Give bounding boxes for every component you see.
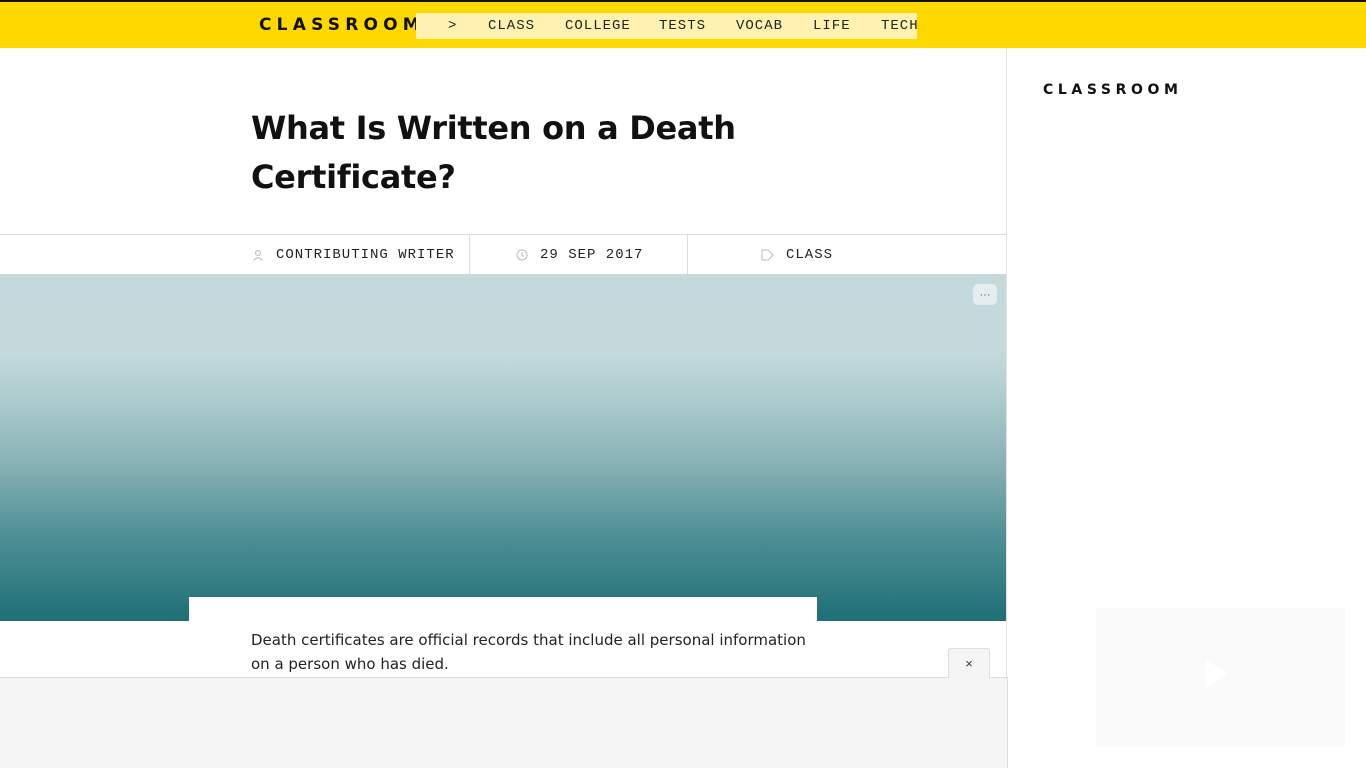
close-ad-button[interactable]: ×: [948, 648, 990, 678]
top-nav-bar: CLASSROOM > CLASS COLLEGE TESTS VOCAB LI…: [0, 0, 1366, 48]
sidebar-logo[interactable]: CLASSROOM: [1043, 82, 1182, 98]
clock-icon: [516, 249, 528, 261]
more-options-button[interactable]: ···: [973, 284, 997, 305]
play-icon[interactable]: [1206, 660, 1228, 688]
article-meta-bar: CONTRIBUTING WRITER 29 SEP 2017 CLASS: [0, 234, 1006, 275]
site-logo[interactable]: CLASSROOM: [259, 15, 425, 35]
nav-item-college[interactable]: COLLEGE: [565, 18, 631, 34]
author-name[interactable]: CONTRIBUTING WRITER: [276, 247, 455, 263]
category-link[interactable]: CLASS: [786, 247, 833, 263]
article-intro: Death certificates are official records …: [251, 631, 806, 673]
article-title: What Is Written on a Death Certificate?: [251, 109, 736, 196]
video-player[interactable]: [1096, 608, 1345, 747]
content-card: [189, 597, 817, 627]
category-nav: > CLASS COLLEGE TESTS VOCAB LIFE TECH: [416, 13, 919, 39]
category-meta: CLASS: [761, 247, 833, 263]
author-meta: CONTRIBUTING WRITER: [252, 247, 455, 263]
bottom-ad-banner: [0, 677, 1008, 768]
tag-icon: [761, 249, 774, 261]
meta-divider: [469, 235, 470, 275]
nav-item-tests[interactable]: TESTS: [659, 18, 706, 34]
nav-item-life[interactable]: LIFE: [813, 18, 851, 34]
publish-date: 29 SEP 2017: [540, 247, 644, 263]
user-icon: [253, 250, 263, 261]
meta-divider: [687, 235, 688, 275]
nav-item-tech[interactable]: TECH: [881, 18, 919, 34]
hero-image: [0, 274, 1006, 621]
nav-item-vocab[interactable]: VOCAB: [736, 18, 783, 34]
nav-more-arrow[interactable]: >: [448, 18, 457, 34]
date-meta: 29 SEP 2017: [516, 247, 643, 263]
sidebar-divider: [1006, 48, 1007, 768]
nav-item-class[interactable]: CLASS: [488, 18, 535, 34]
